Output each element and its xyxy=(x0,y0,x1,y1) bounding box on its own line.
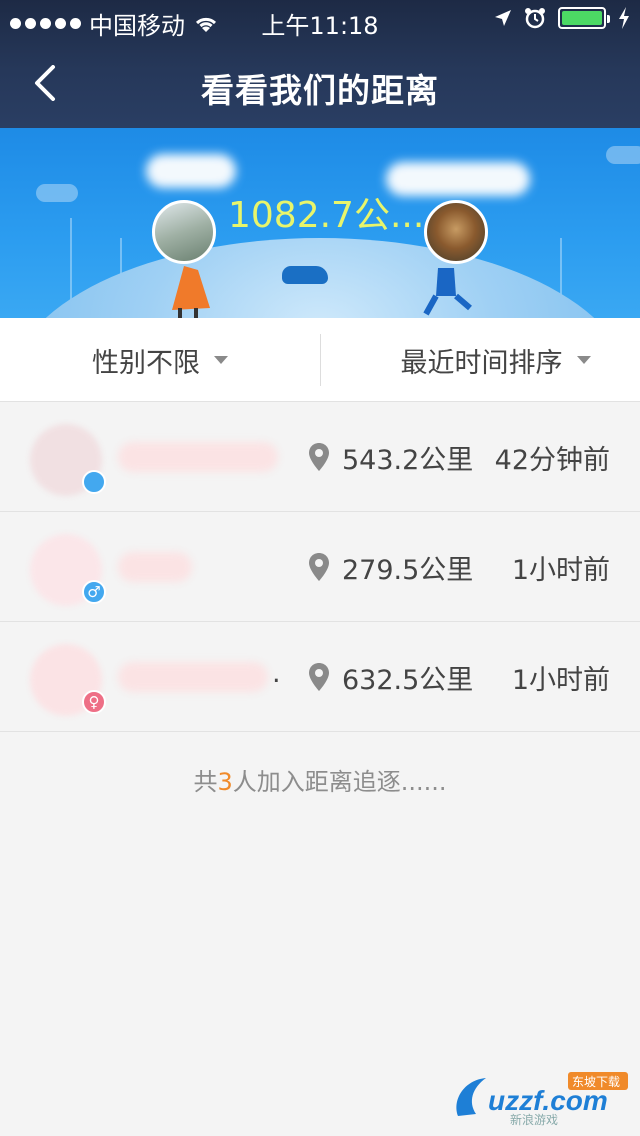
user-name xyxy=(118,442,278,472)
time-label: 1小时前 xyxy=(511,665,610,696)
boy-figure-illustration xyxy=(423,268,472,316)
male-icon: ♂ xyxy=(82,580,106,604)
svg-text:东坡下载: 东坡下载 xyxy=(572,1075,620,1089)
alarm-clock-icon xyxy=(525,8,545,29)
nav-bar: 看看我们的距离 xyxy=(0,40,640,128)
car-illustration xyxy=(282,266,328,284)
gender-filter[interactable]: 性别不限 xyxy=(0,318,320,402)
user-name xyxy=(118,552,192,582)
list-item[interactable]: 543.2公里 42分钟前 xyxy=(0,402,640,512)
distance-label: 279.5公里 xyxy=(342,555,474,586)
summary-prefix: 共 xyxy=(193,768,218,796)
participant-summary: 共3人加入距离追逐...... xyxy=(0,762,640,797)
battery-icon xyxy=(558,7,610,29)
status-right xyxy=(494,7,630,29)
location-arrow-icon xyxy=(495,10,511,26)
sort-filter[interactable]: 最近时间排序 xyxy=(321,318,640,402)
user-name-left xyxy=(146,154,236,188)
name-ellipsis: . xyxy=(272,658,281,689)
list-item[interactable]: ♀ . 632.5公里 1小时前 xyxy=(0,622,640,732)
list-item[interactable]: ♂ 279.5公里 1小时前 xyxy=(0,512,640,622)
time-label: 42分钟前 xyxy=(494,445,610,476)
cloud-decoration xyxy=(606,146,640,164)
charging-bolt-icon xyxy=(619,7,629,29)
distance-label: 543.2公里 xyxy=(342,445,474,476)
girl-figure-illustration xyxy=(172,266,210,318)
watermark-logo: uzzf.com 东坡下载 新浪游戏 xyxy=(456,1072,628,1126)
summary-suffix: 人加入距离追逐...... xyxy=(232,768,447,796)
location-pin-icon xyxy=(309,553,329,581)
distance-banner: 1082.7公... xyxy=(0,128,640,318)
user-list: 543.2公里 42分钟前 ♂ 279.5公里 1小时前 ♀ . 632.5公里… xyxy=(0,402,640,732)
caret-down-icon xyxy=(576,356,591,364)
distance-value: 1082.7公... xyxy=(228,195,425,236)
caret-down-icon xyxy=(214,356,228,364)
cloud-decoration xyxy=(36,184,78,202)
location-pin-icon xyxy=(309,443,329,471)
filter-bar: 性别不限 最近时间排序 xyxy=(0,318,640,402)
gender-icon xyxy=(82,470,106,494)
gender-filter-label: 性别不限 xyxy=(92,347,200,379)
distance-label: 632.5公里 xyxy=(342,665,474,696)
avatar-right[interactable] xyxy=(424,200,488,264)
location-pin-icon xyxy=(309,663,329,691)
female-symbol: ♀ xyxy=(88,693,100,711)
avatar-left[interactable] xyxy=(152,200,216,264)
user-name xyxy=(118,662,268,692)
time-label: 1小时前 xyxy=(511,555,610,586)
status-bar: 中国移动 上午11:18 xyxy=(0,0,640,40)
sort-filter-label: 最近时间排序 xyxy=(400,347,563,379)
participant-count: 3 xyxy=(217,768,233,796)
header: 中国移动 上午11:18 看看我们的距离 xyxy=(0,0,640,128)
male-symbol: ♂ xyxy=(87,583,101,601)
page-title: 看看我们的距离 xyxy=(201,71,439,110)
female-icon: ♀ xyxy=(82,690,106,714)
svg-text:新浪游戏: 新浪游戏 xyxy=(510,1112,558,1126)
